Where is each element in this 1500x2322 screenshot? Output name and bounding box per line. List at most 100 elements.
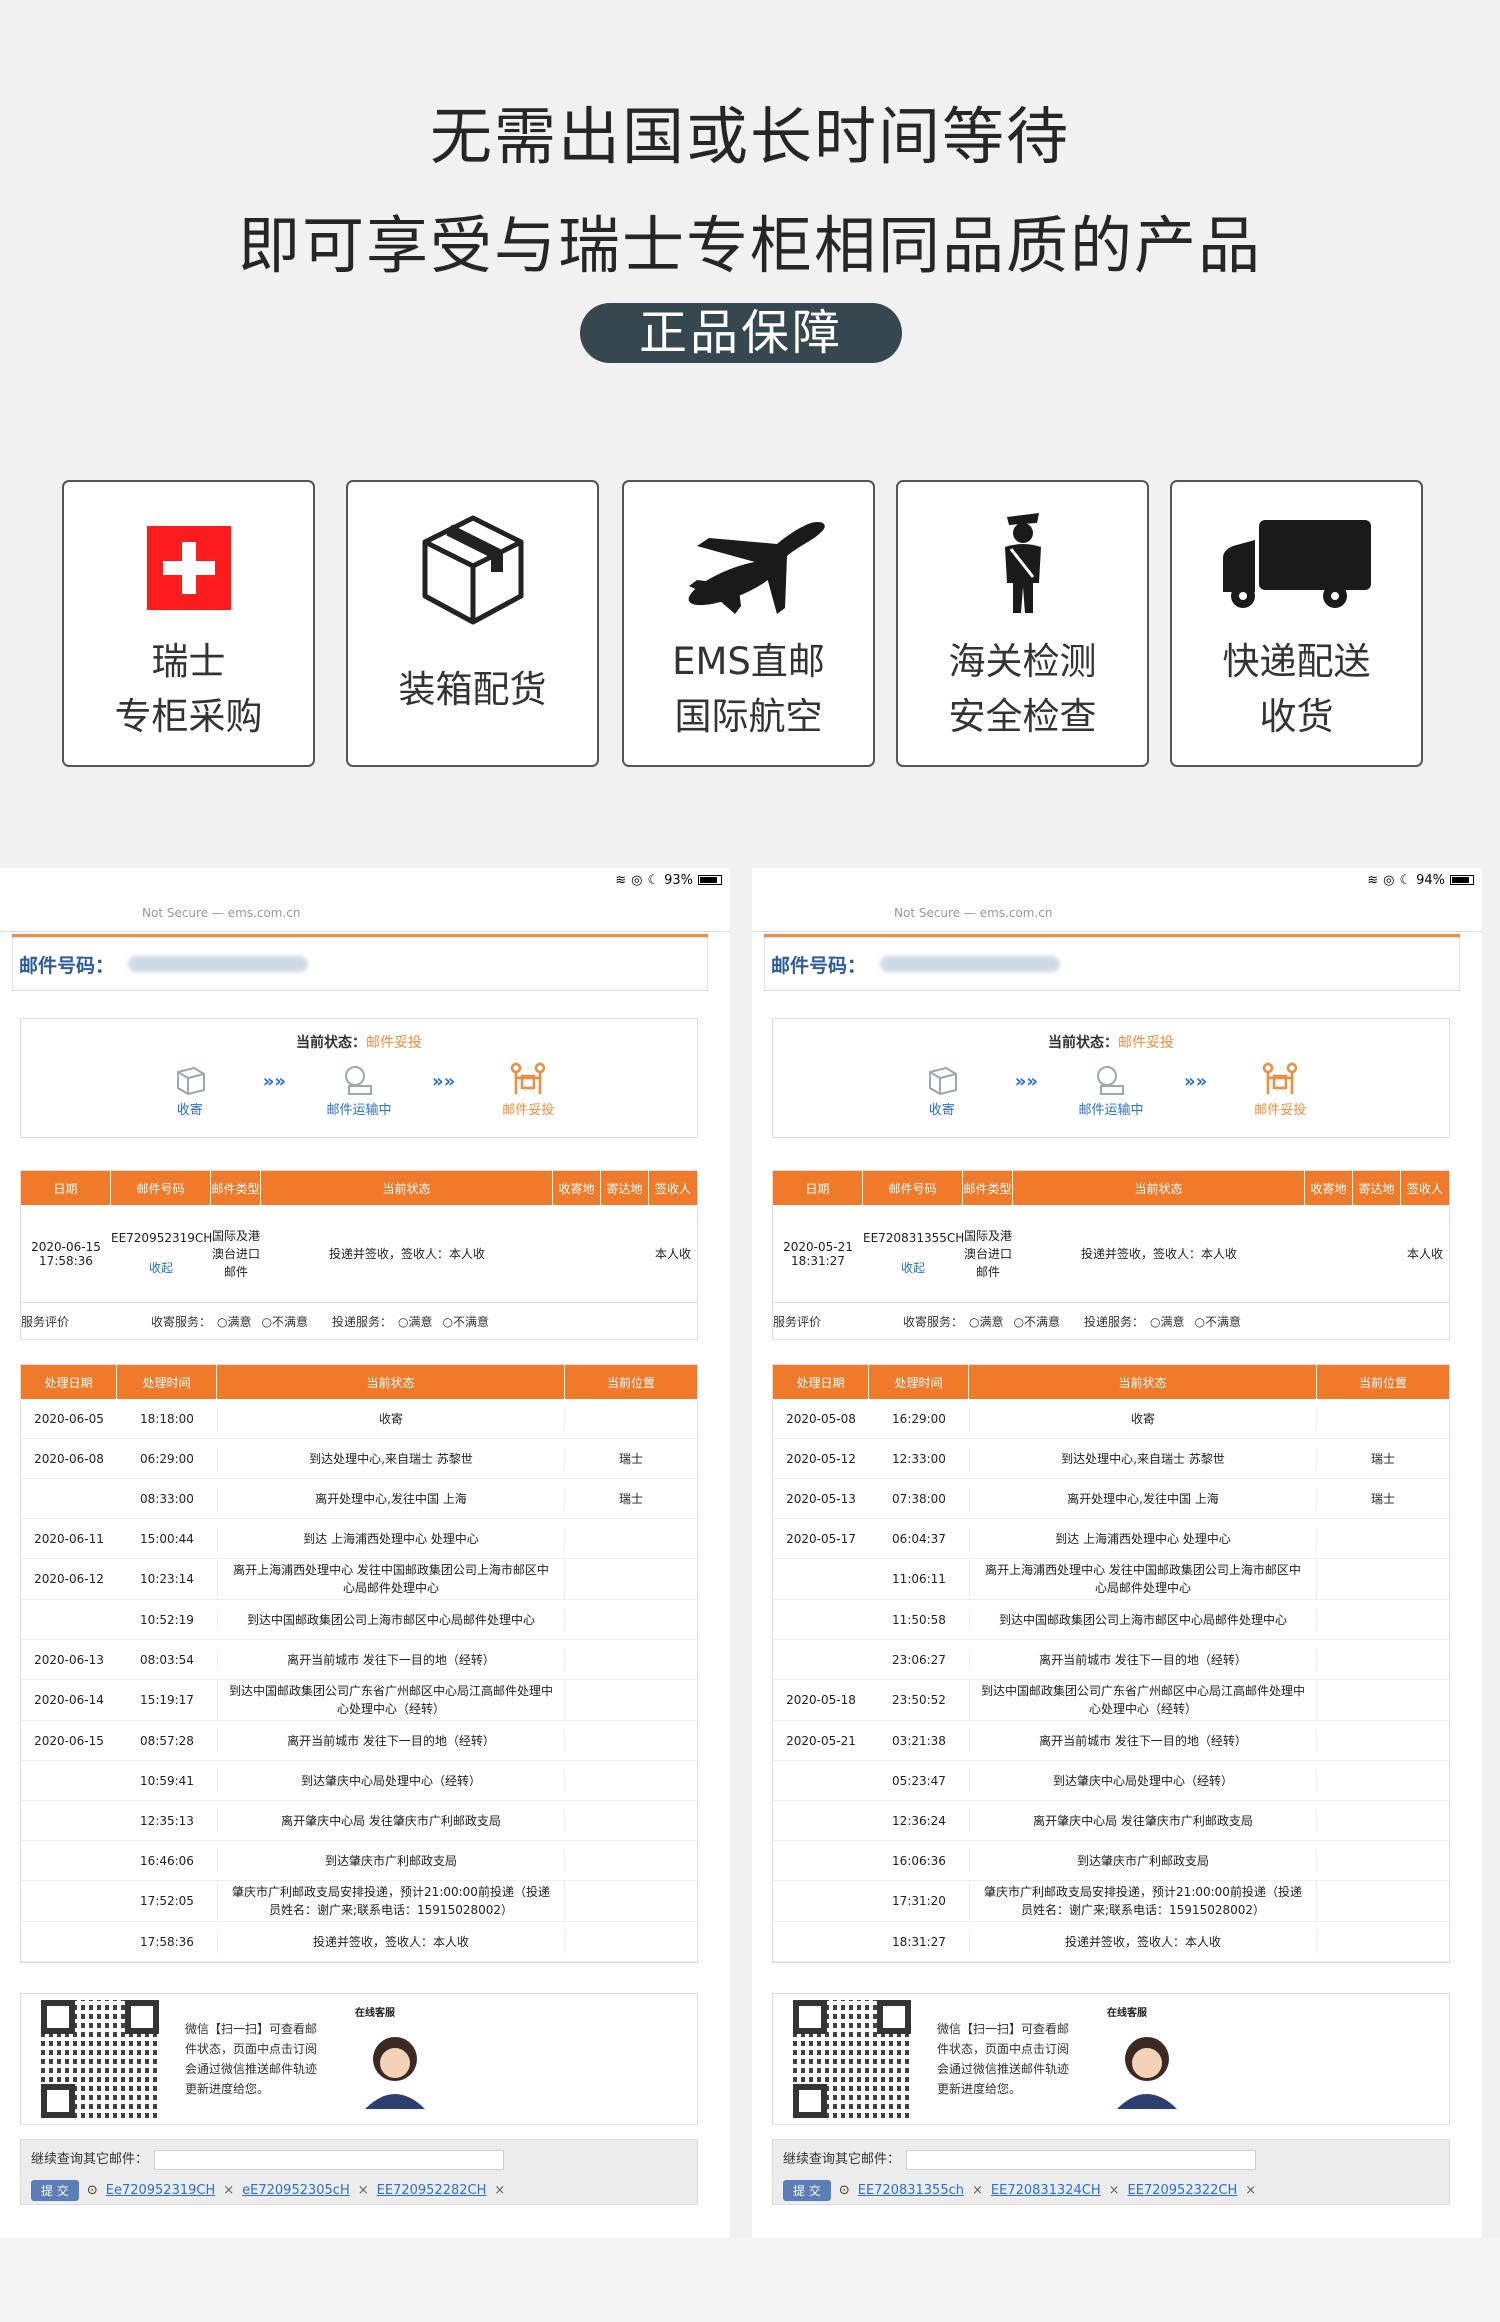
submit-button[interactable]: 提 交 xyxy=(31,2179,79,2201)
radio-unsatisfied[interactable]: ○不满意 xyxy=(1195,1313,1242,1330)
table-cell: 2020-05-08 xyxy=(786,1411,856,1426)
radio-satisfied[interactable]: ○满意 xyxy=(969,1313,1004,1330)
address-bar[interactable]: Not Secure — ems.com.cn xyxy=(752,892,1482,932)
table-cell: 2020-06-05 xyxy=(34,1411,104,1426)
text: 2020-05-21 18:31:27 xyxy=(783,1239,853,1268)
table-cell xyxy=(21,1899,117,1903)
mail-number-label: 邮件号码： xyxy=(19,954,115,977)
table-cell: 2020-06-08 xyxy=(34,1451,104,1466)
table-cell xyxy=(21,1779,117,1783)
text: 当前状态 xyxy=(969,1365,1317,1399)
bottom-strip xyxy=(0,2238,1500,2322)
text: 国际及港澳台进口邮件 xyxy=(963,1228,1012,1279)
chevrons-icon: »» xyxy=(1014,1071,1038,1092)
text: 收寄 xyxy=(928,1103,955,1118)
table-cell: 到达 上海浦西处理中心 处理中心 xyxy=(217,1527,565,1550)
history-link[interactable]: EE720952282CH xyxy=(377,2183,487,2198)
text: 投递服务： xyxy=(332,1314,393,1329)
table-cell xyxy=(773,1819,869,1823)
table-cell xyxy=(1317,1577,1449,1581)
table-row: 2020-05-18 23:50:52 到达中国邮政集团公司广东省广州邮区中心局江高… xyxy=(773,1680,1449,1721)
clear-icon[interactable]: ⊙ xyxy=(87,2183,98,2198)
text: 投递并签收，签收人：本人收 xyxy=(1080,1247,1237,1261)
table-row: 12:36:24 离开肇庆中心局 发往肇庆市广利邮政支局 xyxy=(773,1801,1449,1841)
swiss-flag-icon xyxy=(64,518,313,618)
table-cell: 投递并签收，签收人：本人收 xyxy=(217,1930,565,1953)
text: 投递服务： xyxy=(1084,1314,1145,1329)
table-cell: 2020-05-18 xyxy=(786,1693,856,1707)
table-cell: 23:50:52 xyxy=(892,1693,946,1707)
text: 当前状态 xyxy=(261,1171,553,1205)
mail-number-label: 邮件号码： xyxy=(771,954,867,977)
table-cell: 肇庆市广利邮政支局安排投递，预计21:00:00前投递（投递员姓名：谢广来;联系… xyxy=(217,1881,565,1921)
wifi-icon: ≋ xyxy=(615,872,627,888)
table-cell: 到达肇庆中心局处理中心（经转） xyxy=(969,1769,1317,1792)
table-cell: 08:03:54 xyxy=(140,1652,194,1667)
history-link[interactable]: EE720831324CH xyxy=(991,2183,1101,2198)
radio-satisfied[interactable]: ○满意 xyxy=(217,1313,252,1330)
table-cell: 17:31:20 xyxy=(892,1894,946,1908)
address-bar[interactable]: Not Secure — ems.com.cn xyxy=(0,892,730,932)
text: 满意 xyxy=(1160,1314,1185,1329)
table-cell: 到达处理中心,来自瑞士 苏黎世 xyxy=(969,1447,1317,1470)
collect-link[interactable]: 收起 xyxy=(111,1259,211,1276)
feature-label: 安全检查 xyxy=(948,695,1097,738)
table-cell xyxy=(1317,1819,1449,1823)
customer-service-agent[interactable]: 在线客服 xyxy=(355,2004,475,2114)
table-cell xyxy=(565,1537,697,1541)
radio-satisfied[interactable]: ○满意 xyxy=(1150,1313,1185,1330)
table-cell xyxy=(565,1899,697,1903)
feature-card-swiss: 瑞士 专柜采购 xyxy=(62,480,315,767)
history-link[interactable]: EE720952322CH xyxy=(1128,2183,1238,2198)
qr-instructions: 微信【扫一扫】可查看邮件状态，页面中点击订阅会通过微信推送邮件轨迹更新进度给您。 xyxy=(185,2022,318,2096)
table-cell: 2020-06-15 xyxy=(34,1733,104,1748)
feature-card-ems: EMS直邮 国际航空 xyxy=(622,480,875,767)
text: 当前状态： xyxy=(296,1035,366,1051)
radio-unsatisfied[interactable]: ○不满意 xyxy=(262,1313,309,1330)
feature-label: 快递配送 xyxy=(1222,640,1371,683)
table-cell xyxy=(773,1658,869,1662)
table-row: 17:52:05 肇庆市广利邮政支局安排投递，预计21:00:00前投递（投递员姓… xyxy=(21,1881,697,1922)
table-row: 17:31:20 肇庆市广利邮政支局安排投递，预计21:00:00前投递（投递员姓… xyxy=(773,1881,1449,1922)
clear-icon[interactable]: ⊙ xyxy=(839,2183,850,2198)
radio-unsatisfied[interactable]: ○不满意 xyxy=(1014,1313,1061,1330)
transit-icon xyxy=(1097,1066,1124,1095)
table-cell: 17:58:36 xyxy=(140,1934,194,1949)
table-cell: 12:35:13 xyxy=(140,1813,194,1828)
table-cell: 12:33:00 xyxy=(892,1451,946,1466)
table-row: 2020-05-12 12:33:00 到达处理中心,来自瑞士 苏黎世 瑞士 xyxy=(773,1439,1449,1479)
table-cell xyxy=(1317,1739,1449,1743)
current-status: 当前状态：邮件妥投 xyxy=(21,1032,697,1052)
qr-code xyxy=(793,2000,911,2118)
table-cell xyxy=(565,1819,697,1823)
feature-label: 专柜采购 xyxy=(114,695,263,738)
text: 签收人 xyxy=(654,1181,691,1196)
table-cell: 离开肇庆中心局 发往肇庆市广利邮政支局 xyxy=(969,1809,1317,1832)
history-link[interactable]: eE720952305cH xyxy=(242,2183,350,2198)
customs-officer-icon xyxy=(898,512,1147,613)
radio-unsatisfied[interactable]: ○不满意 xyxy=(443,1313,490,1330)
query-input[interactable] xyxy=(906,2149,1257,2170)
table-row: 08:33:00 离开处理中心,发往中国 上海 瑞士 xyxy=(21,1479,697,1519)
submit-button[interactable]: 提 交 xyxy=(783,2179,831,2201)
table-cell: 离开上海浦西处理中心 发往中国邮政集团公司上海市邮区中心局邮件处理中心 xyxy=(969,1559,1317,1599)
customer-service-agent[interactable]: 在线客服 xyxy=(1107,2004,1227,2114)
collect-link[interactable]: 收起 xyxy=(863,1259,963,1276)
text: 邮件妥投 xyxy=(1254,1103,1307,1118)
table-cell: 到达中国邮政集团公司上海市邮区中心局邮件处理中心 xyxy=(217,1608,565,1631)
table-cell: 07:38:00 xyxy=(892,1491,946,1506)
text: 邮件类型 xyxy=(963,1171,1013,1205)
text: 满意 xyxy=(979,1314,1004,1329)
query-input[interactable] xyxy=(154,2149,505,2170)
hero-section: 无需出国或长时间等待 即可享受与瑞士专柜相同品质的产品 正品保障 瑞士 专柜采购… xyxy=(0,0,1500,850)
radio-satisfied[interactable]: ○满意 xyxy=(398,1313,433,1330)
table-cell: 投递并签收，签收人：本人收 xyxy=(969,1930,1317,1953)
table-cell xyxy=(21,1618,117,1622)
headline-2: 即可享受与瑞士专柜相同品质的产品 xyxy=(237,209,1262,282)
table-cell xyxy=(21,1940,117,1944)
table-cell: 离开上海浦西处理中心 发往中国邮政集团公司上海市邮区中心局邮件处理中心 xyxy=(217,1559,565,1599)
history-link[interactable]: EE720831355ch xyxy=(858,2183,964,2198)
table-cell: 2020-05-21 xyxy=(786,1733,856,1748)
history-link[interactable]: Ee720952319CH xyxy=(106,2183,216,2198)
headline-1: 无需出国或长时间等待 xyxy=(429,100,1070,173)
